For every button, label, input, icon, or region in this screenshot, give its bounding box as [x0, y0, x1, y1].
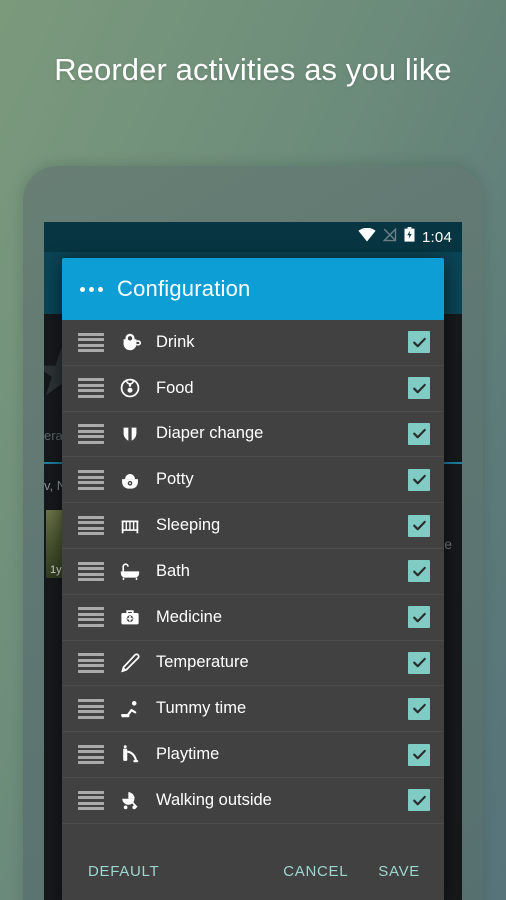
activity-checkbox[interactable] — [408, 651, 430, 674]
battery-charging-icon — [404, 227, 415, 247]
drag-handle-icon[interactable] — [78, 744, 104, 765]
activity-label: Diaper change — [156, 424, 264, 443]
phone-screen: 1:04 Daily activity ★ erat v, N De 1y — [44, 222, 462, 900]
activity-label: Medicine — [156, 607, 223, 626]
potty-icon — [114, 469, 146, 491]
activity-row[interactable]: Bath — [62, 549, 444, 595]
tummy-time-icon — [114, 698, 146, 720]
activity-label: Bath — [156, 561, 190, 580]
drag-handle-icon[interactable] — [78, 424, 104, 444]
activity-checkbox[interactable] — [408, 743, 430, 766]
signal-off-icon — [382, 226, 397, 247]
activity-checkbox[interactable] — [408, 514, 430, 537]
first-aid-kit-icon — [114, 606, 146, 628]
activity-label: Food — [156, 378, 194, 397]
activity-label: Tummy time — [156, 699, 247, 718]
diaper-icon — [114, 423, 146, 445]
status-bar-clock: 1:04 — [422, 228, 452, 246]
drag-handle-icon[interactable] — [78, 790, 104, 811]
thermometer-icon — [114, 652, 146, 674]
activity-list[interactable]: Drink Food Diaper change Potty Sleeping Bath M… — [62, 320, 444, 842]
activity-row[interactable]: Sleeping — [62, 503, 444, 549]
activity-row[interactable]: Food — [62, 366, 444, 412]
page-title: Reorder activities as you like — [54, 52, 452, 87]
activity-label: Temperature — [156, 653, 249, 672]
dialog-title: Configuration — [117, 276, 251, 301]
activity-row[interactable]: Temperature — [62, 641, 444, 687]
dialog-footer: DEFAULT CANCEL SAVE — [62, 842, 444, 900]
activity-row[interactable]: Tummy time — [62, 686, 444, 733]
activity-label: Walking outside — [156, 790, 272, 809]
default-button[interactable]: DEFAULT — [84, 857, 163, 886]
background-thumbnail-label: 1y — [50, 564, 62, 576]
activity-checkbox[interactable] — [408, 377, 430, 400]
activity-row[interactable]: Potty — [62, 457, 444, 504]
activity-row[interactable]: Medicine — [62, 595, 444, 641]
screenshot-stage: Reorder activities as you like 1:04 erat… — [0, 0, 506, 900]
drag-handle-icon[interactable] — [78, 653, 104, 673]
save-button[interactable]: SAVE — [374, 857, 424, 886]
drink-cup-icon — [114, 331, 146, 353]
crib-icon — [114, 515, 146, 537]
activity-checkbox[interactable] — [408, 560, 430, 583]
activity-label: Potty — [156, 470, 194, 489]
stroller-icon — [114, 789, 146, 811]
activity-checkbox[interactable] — [408, 789, 430, 812]
drag-handle-icon[interactable] — [78, 607, 104, 627]
activity-row[interactable]: Diaper change — [62, 412, 444, 458]
activity-label: Playtime — [156, 745, 220, 764]
activity-row[interactable]: Walking outside — [62, 778, 444, 824]
dialog-header: Configuration — [62, 258, 444, 320]
drag-handle-icon[interactable] — [78, 332, 104, 353]
drag-handle-icon[interactable] — [78, 515, 104, 536]
drag-handle-icon[interactable] — [78, 699, 104, 719]
bathtub-icon — [114, 560, 146, 582]
drag-handle-icon[interactable] — [78, 378, 104, 398]
wifi-icon — [358, 227, 376, 247]
android-status-bar: 1:04 — [44, 222, 462, 252]
food-bib-icon — [114, 377, 146, 399]
slide-playground-icon — [114, 744, 146, 766]
activity-checkbox[interactable] — [408, 468, 430, 491]
activity-checkbox[interactable] — [408, 606, 430, 629]
overflow-dots-icon[interactable] — [80, 286, 103, 292]
activity-checkbox[interactable] — [408, 331, 430, 354]
activity-row[interactable]: Playtime — [62, 732, 444, 778]
activity-row[interactable]: Drink — [62, 320, 444, 366]
activity-label: Sleeping — [156, 516, 221, 535]
cancel-button[interactable]: CANCEL — [279, 857, 352, 886]
drag-handle-icon[interactable] — [78, 470, 104, 490]
configuration-dialog: Configuration Drink Food Diaper change Pott… — [62, 258, 444, 900]
drag-handle-icon[interactable] — [78, 561, 104, 582]
activity-checkbox[interactable] — [408, 422, 430, 445]
activity-label: Drink — [156, 332, 195, 351]
activity-checkbox[interactable] — [408, 697, 430, 720]
